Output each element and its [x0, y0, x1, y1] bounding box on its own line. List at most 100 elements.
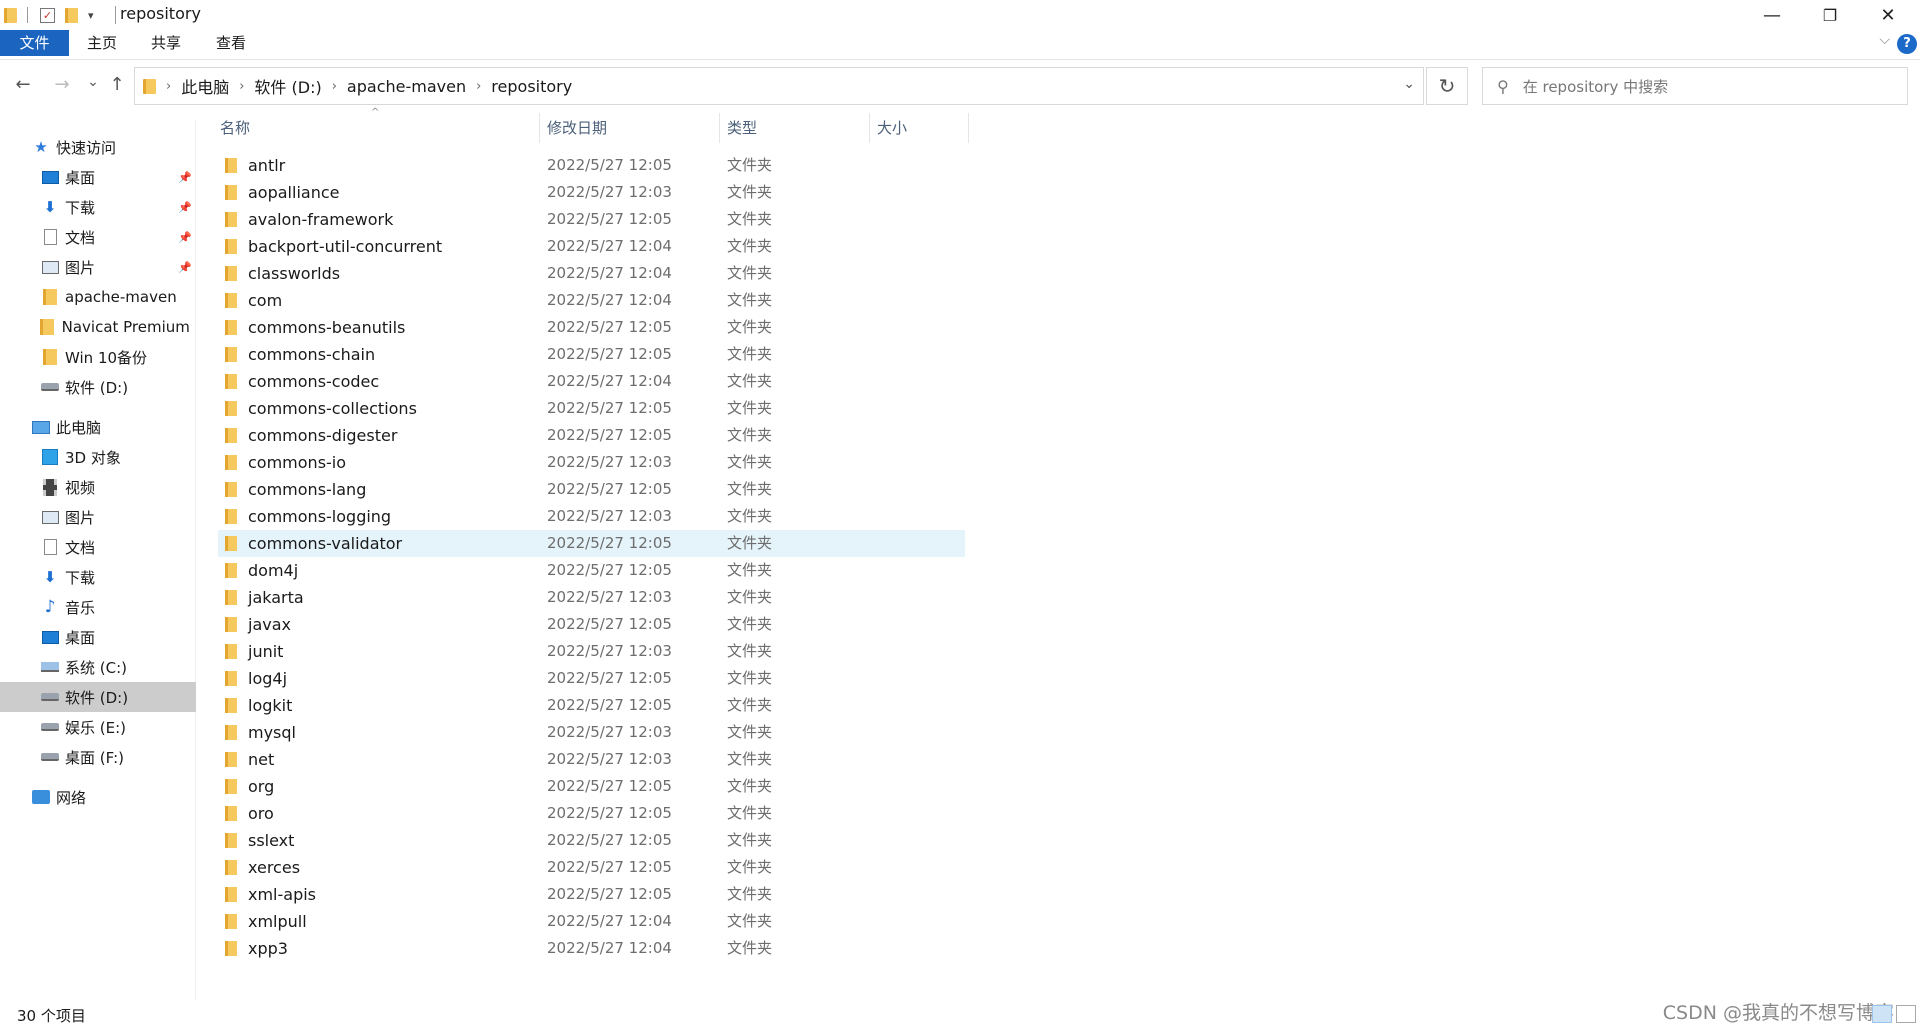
sidebar-item-downloads[interactable]: ⬇ 下载 📌 — [0, 192, 196, 222]
column-divider[interactable] — [869, 113, 870, 143]
file-name[interactable]: org — [248, 773, 274, 800]
table-row[interactable]: classworlds 2022/5/27 12:04 文件夹 — [218, 260, 965, 287]
file-name[interactable]: junit — [248, 638, 283, 665]
sidebar-item-quick-access[interactable]: ★ 快速访问 — [0, 132, 196, 162]
table-row[interactable]: commons-logging 2022/5/27 12:03 文件夹 — [218, 503, 965, 530]
breadcrumb-drive-d[interactable]: 软件 (D:) — [254, 74, 321, 98]
sidebar-item-documents-pc[interactable]: 文档 — [0, 532, 196, 562]
file-name[interactable]: xpp3 — [248, 935, 288, 962]
sidebar-item-apache-maven[interactable]: apache-maven — [0, 282, 196, 312]
search-input[interactable]: 在 repository 中搜索 — [1523, 76, 1668, 97]
file-name[interactable]: logkit — [248, 692, 292, 719]
sidebar-item-network[interactable]: 网络 — [0, 782, 196, 812]
table-row[interactable]: com 2022/5/27 12:04 文件夹 — [218, 287, 965, 314]
breadcrumb-repository[interactable]: repository — [491, 77, 572, 96]
table-row[interactable]: logkit 2022/5/27 12:05 文件夹 — [218, 692, 965, 719]
column-divider[interactable] — [968, 113, 969, 143]
breadcrumb-separator[interactable]: › — [476, 79, 481, 94]
sidebar-item-pictures-pc[interactable]: 图片 — [0, 502, 196, 532]
table-row[interactable]: commons-digester 2022/5/27 12:05 文件夹 — [218, 422, 965, 449]
table-row[interactable]: avalon-framework 2022/5/27 12:05 文件夹 — [218, 206, 965, 233]
minimize-button[interactable]: — — [1743, 0, 1801, 30]
sidebar-item-drive-c[interactable]: 系统 (C:) — [0, 652, 196, 682]
table-row[interactable]: xpp3 2022/5/27 12:04 文件夹 — [218, 935, 965, 962]
column-header-type[interactable]: 类型 — [727, 113, 867, 143]
table-row[interactable]: commons-codec 2022/5/27 12:04 文件夹 — [218, 368, 965, 395]
table-row[interactable]: backport-util-concurrent 2022/5/27 12:04 文… — [218, 233, 965, 260]
column-divider[interactable] — [719, 113, 720, 143]
file-name[interactable]: avalon-framework — [248, 206, 393, 233]
sidebar-item-drive-f[interactable]: 桌面 (F:) — [0, 742, 196, 772]
table-row[interactable]: jakarta 2022/5/27 12:03 文件夹 — [218, 584, 965, 611]
sidebar-item-navicat[interactable]: Navicat Premium 1 — [0, 312, 196, 342]
file-name[interactable]: commons-collections — [248, 395, 417, 422]
sidebar-item-downloads-pc[interactable]: ⬇ 下载 — [0, 562, 196, 592]
sidebar-item-desktop[interactable]: 桌面 📌 — [0, 162, 196, 192]
file-name[interactable]: sslext — [248, 827, 294, 854]
file-name[interactable]: commons-io — [248, 449, 346, 476]
table-row[interactable]: commons-lang 2022/5/27 12:05 文件夹 — [218, 476, 965, 503]
tab-share[interactable]: 共享 — [140, 30, 192, 56]
file-name[interactable]: backport-util-concurrent — [248, 233, 442, 260]
customize-toolbar-icon[interactable]: ▾ — [88, 9, 94, 22]
file-name[interactable]: classworlds — [248, 260, 340, 287]
sidebar-item-this-pc[interactable]: 此电脑 — [0, 412, 196, 442]
table-row[interactable]: commons-collections 2022/5/27 12:05 文件夹 — [218, 395, 965, 422]
forward-button[interactable]: → — [50, 74, 74, 95]
table-row[interactable]: oro 2022/5/27 12:05 文件夹 — [218, 800, 965, 827]
table-row[interactable]: xerces 2022/5/27 12:05 文件夹 — [218, 854, 965, 881]
up-button[interactable]: ↑ — [105, 74, 129, 95]
table-row[interactable]: antlr 2022/5/27 12:05 文件夹 — [218, 152, 965, 179]
sidebar-item-music[interactable]: ♪ 音乐 — [0, 592, 196, 622]
sidebar-item-desktop-pc[interactable]: 桌面 — [0, 622, 196, 652]
recent-locations-button[interactable]: ⌄ — [81, 74, 105, 90]
file-name[interactable]: mysql — [248, 719, 296, 746]
tab-view[interactable]: 查看 — [205, 30, 257, 56]
file-name[interactable]: jakarta — [248, 584, 304, 611]
details-view-icon[interactable] — [1872, 1005, 1892, 1023]
table-row[interactable]: net 2022/5/27 12:03 文件夹 — [218, 746, 965, 773]
table-row[interactable]: aopalliance 2022/5/27 12:03 文件夹 — [218, 179, 965, 206]
table-row[interactable]: commons-beanutils 2022/5/27 12:05 文件夹 — [218, 314, 965, 341]
file-name[interactable]: aopalliance — [248, 179, 339, 206]
table-row[interactable]: sslext 2022/5/27 12:05 文件夹 — [218, 827, 965, 854]
file-name[interactable]: xml-apis — [248, 881, 316, 908]
file-name[interactable]: com — [248, 287, 282, 314]
file-name[interactable]: commons-lang — [248, 476, 366, 503]
sidebar-item-documents[interactable]: 文档 📌 — [0, 222, 196, 252]
sidebar-item-videos[interactable]: 视频 — [0, 472, 196, 502]
chevron-down-icon[interactable]: ⌄ — [1403, 76, 1415, 92]
sidebar-item-drive-d-quick[interactable]: 软件 (D:) — [0, 372, 196, 402]
search-box[interactable]: ⚲ 在 repository 中搜索 — [1482, 67, 1908, 105]
sidebar-item-drive-d[interactable]: 软件 (D:) — [0, 682, 196, 712]
file-name[interactable]: oro — [248, 800, 274, 827]
table-row[interactable]: commons-io 2022/5/27 12:03 文件夹 — [218, 449, 965, 476]
table-row[interactable]: log4j 2022/5/27 12:05 文件夹 — [218, 665, 965, 692]
table-row[interactable]: junit 2022/5/27 12:03 文件夹 — [218, 638, 965, 665]
file-name[interactable]: log4j — [248, 665, 287, 692]
table-row[interactable]: commons-chain 2022/5/27 12:05 文件夹 — [218, 341, 965, 368]
breadcrumb-this-pc[interactable]: 此电脑 — [181, 74, 229, 98]
collapse-ribbon-icon[interactable]: ⌵ — [1879, 32, 1890, 48]
address-bar[interactable]: › 此电脑 › 软件 (D:) › apache-maven › reposit… — [134, 67, 1424, 105]
table-row[interactable]: mysql 2022/5/27 12:03 文件夹 — [218, 719, 965, 746]
tab-file[interactable]: 文件 — [0, 30, 69, 56]
column-header-size[interactable]: 大小 — [877, 113, 967, 143]
sidebar-item-drive-e[interactable]: 娱乐 (E:) — [0, 712, 196, 742]
file-name[interactable]: commons-beanutils — [248, 314, 405, 341]
file-name[interactable]: net — [248, 746, 274, 773]
table-row[interactable]: xml-apis 2022/5/27 12:05 文件夹 — [218, 881, 965, 908]
sidebar-item-pictures[interactable]: 图片 📌 — [0, 252, 196, 282]
maximize-button[interactable]: ❐ — [1801, 0, 1859, 30]
file-name[interactable]: commons-logging — [248, 503, 391, 530]
column-header-name[interactable]: 名称 — [220, 113, 538, 143]
properties-icon[interactable]: ✓ — [40, 7, 55, 23]
table-row[interactable]: javax 2022/5/27 12:05 文件夹 — [218, 611, 965, 638]
new-folder-icon[interactable] — [65, 7, 78, 23]
tab-home[interactable]: 主页 — [76, 30, 128, 56]
help-icon[interactable]: ? — [1897, 34, 1917, 54]
large-icons-view-icon[interactable] — [1896, 1005, 1916, 1023]
breadcrumb-separator[interactable]: › — [239, 79, 244, 94]
table-row[interactable]: commons-validator 2022/5/27 12:05 文件夹 — [218, 530, 965, 557]
sidebar-item-win10-backup[interactable]: Win 10备份 — [0, 342, 196, 372]
